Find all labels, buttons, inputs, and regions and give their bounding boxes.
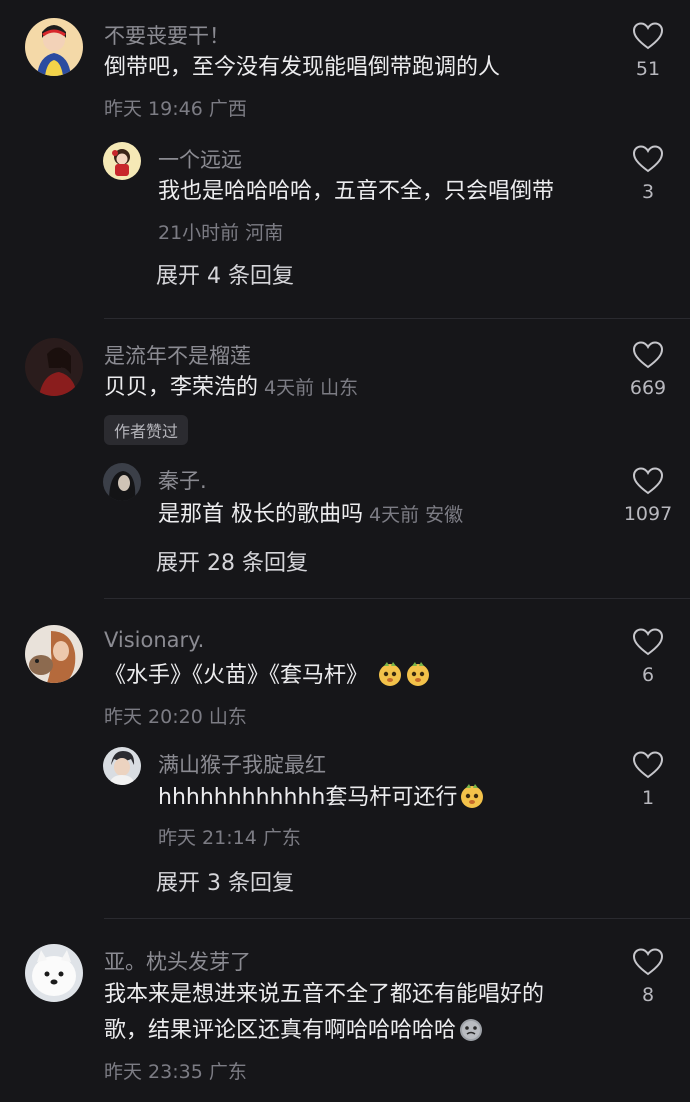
avatar[interactable]: [25, 18, 83, 76]
woman-dog-avatar-icon: [25, 625, 83, 683]
comment-text-row: 歌，结果评论区还真有啊哈哈哈哈哈: [104, 1013, 484, 1049]
like-heart-icon[interactable]: [633, 341, 663, 369]
like-heart-icon[interactable]: [633, 628, 663, 656]
boy-avatar-icon: [103, 747, 141, 785]
like-count: 8: [641, 984, 655, 1006]
reply-text: 我也是哈哈哈哈，五音不全，只会唱倒带: [158, 179, 555, 204]
comment-author[interactable]: 是流年不是榴莲: [104, 340, 251, 370]
avatar[interactable]: [25, 625, 83, 683]
like-heart-icon[interactable]: [633, 22, 663, 50]
comment-text-line: 歌，结果评论区还真有啊哈哈哈哈哈: [104, 1018, 457, 1043]
avatar[interactable]: [103, 142, 141, 180]
doge-emoji-icon: [407, 662, 430, 686]
reply-text: hhhhhhhhhhhh套马杆可还行: [158, 785, 458, 810]
expand-replies-button[interactable]: 展开 4 条回复: [156, 258, 294, 290]
divider: [104, 318, 690, 319]
comment-meta: 昨天 20:20 山东: [104, 706, 247, 728]
reply-meta: 昨天 21:14 广东: [158, 827, 301, 849]
reply-text-row: 是那首 极长的歌曲吗 4天前 安徽: [158, 497, 463, 533]
samoyed-dog-avatar-icon: [25, 944, 83, 1002]
comment-meta: 昨天 19:46 广西: [104, 98, 247, 120]
like-heart-icon[interactable]: [633, 751, 663, 779]
reply-text-row: hhhhhhhhhhhh套马杆可还行: [158, 780, 485, 816]
reply-meta: 21小时前 河南: [158, 222, 284, 244]
like-count: 3: [641, 181, 655, 203]
like-heart-icon[interactable]: [633, 145, 663, 173]
avatar[interactable]: [103, 463, 141, 501]
avatar[interactable]: [103, 747, 141, 785]
like-count: 1: [641, 787, 655, 809]
comment-text-line: 我本来是想进来说五音不全了都还有能唱好的: [104, 982, 545, 1007]
like-count: 1097: [623, 503, 673, 525]
comment-text-row: 贝贝，李荣浩的 4天前 山东: [104, 370, 358, 406]
avatar[interactable]: [25, 338, 83, 396]
reply-author[interactable]: 秦子.: [158, 465, 207, 495]
comment-text: 《水手》《火苗》《套马杆》: [104, 663, 369, 688]
like-count: 669: [629, 377, 667, 399]
doge-emoji-icon: [379, 662, 402, 686]
expand-replies-button[interactable]: 展开 3 条回复: [156, 865, 294, 897]
like-heart-icon[interactable]: [633, 467, 663, 495]
reply-author[interactable]: 满山猴子我腚最红: [158, 749, 326, 779]
author-liked-badge: 作者赞过: [104, 415, 189, 445]
comment-text: 倒带吧，至今没有发现能唱倒带跑调的人: [104, 55, 501, 80]
cartoon-girl-avatar-icon: [103, 142, 141, 180]
comment-text: 贝贝，李荣浩的: [104, 375, 259, 400]
like-count: 51: [635, 58, 661, 80]
comment-meta: 昨天 23:35 广东: [104, 1061, 247, 1083]
divider: [104, 598, 690, 599]
comment-author[interactable]: 亚。枕头发芽了: [104, 946, 251, 976]
snow-white-avatar-icon: [25, 18, 83, 76]
doge-emoji-icon: [461, 784, 484, 808]
comment-meta: 4天前 山东: [264, 377, 359, 399]
dark-hair-avatar-icon: [103, 463, 141, 501]
comment-text-row: 《水手》《火苗》《套马杆》: [104, 658, 431, 694]
reply-author[interactable]: 一个远远: [158, 144, 242, 174]
divider: [104, 918, 690, 919]
reply-text: 是那首 极长的歌曲吗: [158, 502, 363, 527]
reply-meta: 4天前 安徽: [369, 504, 464, 526]
comment-author[interactable]: Visionary.: [104, 628, 204, 652]
woman-red-avatar-icon: [25, 338, 83, 396]
face-emoji-icon: [460, 1019, 483, 1041]
like-count: 6: [641, 664, 655, 686]
like-heart-icon[interactable]: [633, 948, 663, 976]
avatar[interactable]: [25, 944, 83, 1002]
comment-author[interactable]: 不要丧要干！: [104, 20, 230, 50]
expand-replies-button[interactable]: 展开 28 条回复: [156, 545, 308, 577]
